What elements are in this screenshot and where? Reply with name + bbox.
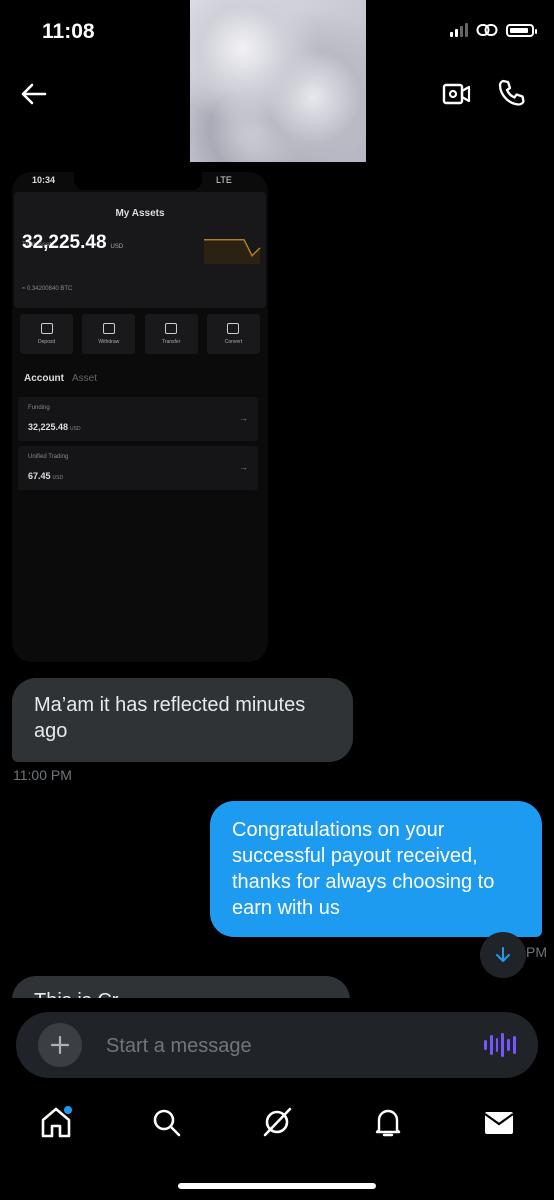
message-timestamp: PM — [526, 944, 547, 960]
home-indicator — [178, 1183, 376, 1189]
link-icon — [476, 24, 498, 36]
shot-action: Transfer — [144, 314, 198, 354]
scroll-to-bottom-button[interactable] — [480, 932, 526, 978]
home-icon[interactable] — [38, 1104, 74, 1140]
grok-icon[interactable] — [259, 1104, 295, 1140]
arrow-down-icon — [496, 947, 510, 962]
voice-message-icon[interactable] — [484, 1030, 516, 1060]
shot-time: 10:34 — [32, 175, 56, 185]
add-media-button[interactable] — [38, 1023, 82, 1067]
shot-actions: Deposit Withdraw Transfer Convert — [20, 314, 260, 354]
shared-image[interactable]: 10:34 LTE My Assets Total Assets 32,225.… — [12, 172, 268, 662]
battery-icon — [506, 23, 537, 37]
total-assets-value: 32,225.48 USD — [22, 232, 124, 253]
contact-avatar[interactable] — [190, 0, 366, 162]
search-icon[interactable] — [148, 1104, 184, 1140]
plus-icon — [50, 1035, 70, 1055]
shot-account-row: Unified Trading 67.45 USD → — [18, 446, 258, 490]
messages-mail-icon[interactable] — [481, 1104, 517, 1140]
shot-action: Convert — [206, 314, 260, 354]
back-arrow-icon[interactable] — [18, 78, 50, 110]
message-timestamp: 11:00 PM — [13, 767, 72, 783]
shot-action: Deposit — [20, 314, 73, 354]
phone-call-icon[interactable] — [496, 78, 526, 108]
shot-action: Withdraw — [82, 314, 136, 354]
incoming-message[interactable]: Ma’am it has reflected minutes ago — [12, 678, 353, 762]
status-time: 11:08 — [42, 20, 95, 43]
shot-account-row: Funding 32,225.48 USD → — [18, 397, 258, 441]
sparkline — [204, 239, 261, 264]
btc-value: ≈ 0.34200840 BTC — [22, 286, 73, 292]
shot-tabs: Account Asset — [24, 373, 98, 384]
video-call-icon[interactable] — [442, 80, 472, 108]
signal-icon — [450, 23, 468, 37]
shot-network: LTE — [216, 175, 232, 185]
outgoing-message[interactable]: Congratulations on your successful payou… — [210, 801, 542, 937]
notifications-bell-icon[interactable] — [370, 1104, 406, 1140]
shot-title: My Assets — [115, 208, 165, 219]
message-input[interactable] — [104, 1030, 468, 1062]
assets-card: My Assets Total Assets 32,225.48 USD ≈ 0.… — [14, 192, 266, 308]
status-icons — [450, 22, 537, 38]
